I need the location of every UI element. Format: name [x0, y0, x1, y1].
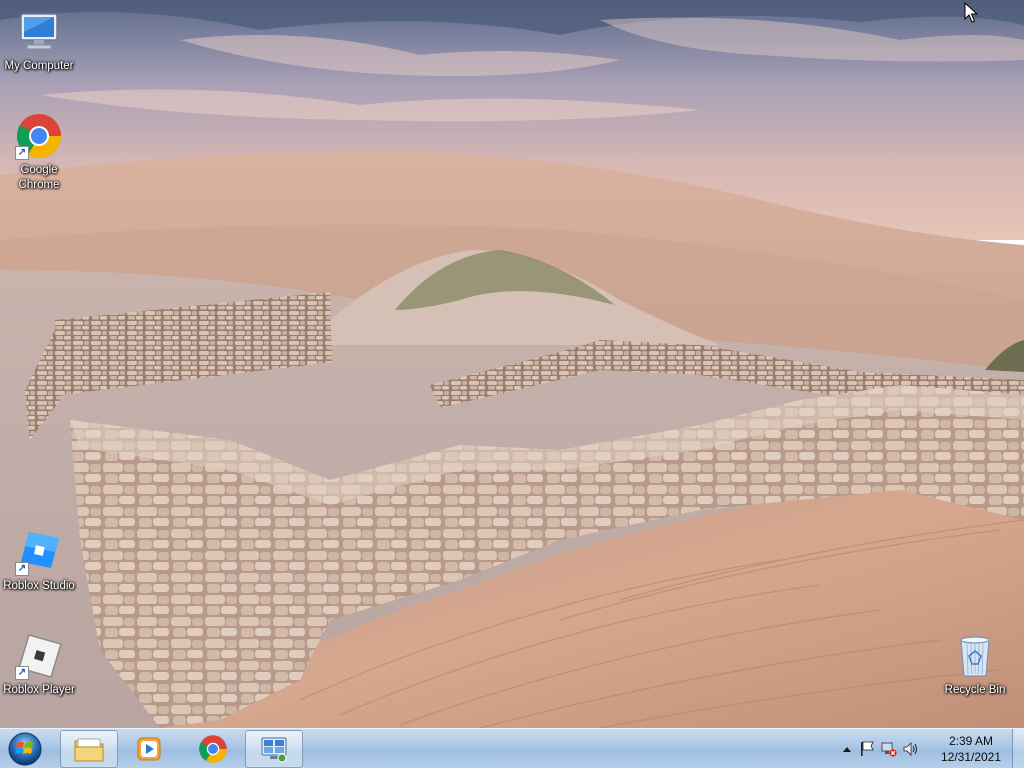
- recycle-bin-icon: [951, 632, 999, 680]
- volume-button[interactable]: [902, 741, 920, 757]
- action-center-button[interactable]: [858, 741, 876, 757]
- shortcut-arrow-icon: ↗: [15, 666, 29, 680]
- taskbar-chrome-button[interactable]: [184, 730, 242, 768]
- desktop-icon-recycle-bin[interactable]: Recycle Bin: [936, 632, 1014, 698]
- taskbar-media-player-button[interactable]: [120, 730, 178, 768]
- start-button[interactable]: [5, 730, 45, 768]
- flag-icon: [861, 741, 874, 756]
- network-button[interactable]: [880, 741, 898, 757]
- speaker-icon: [903, 742, 917, 756]
- show-desktop-button[interactable]: [1012, 729, 1024, 768]
- desktop-icon-label: My Computer: [4, 60, 74, 72]
- taskbar-remote-desktop-button[interactable]: [245, 730, 303, 768]
- shortcut-arrow-icon: ↗: [15, 146, 29, 160]
- desktop-icon-my-computer[interactable]: My Computer: [0, 8, 78, 74]
- desktop-icon-roblox-player[interactable]: ↗ Roblox Player: [0, 632, 78, 698]
- desktop-icon-label: Roblox Player: [3, 684, 75, 696]
- notification-area: 2:39 AM 12/31/2021: [834, 729, 1024, 768]
- chrome-icon: ↗: [15, 112, 63, 160]
- taskbar: 2:39 AM 12/31/2021: [0, 728, 1024, 768]
- chevron-up-icon: [843, 747, 851, 752]
- desktop-icon-label: Roblox Studio: [3, 580, 75, 592]
- clock-date: 12/31/2021: [940, 750, 1002, 764]
- desktop-icon-roblox-studio[interactable]: ↗ Roblox Studio: [0, 528, 78, 594]
- system-clock[interactable]: 2:39 AM 12/31/2021: [936, 733, 1006, 765]
- show-hidden-icons-button[interactable]: [838, 741, 856, 757]
- roblox-player-icon: ↗: [15, 632, 63, 680]
- desktop-icon-label: Recycle Bin: [944, 684, 1006, 696]
- remote-desktop-icon: [261, 737, 287, 763]
- media-player-icon: [137, 737, 161, 761]
- desktop-wallpaper: [0, 0, 1024, 728]
- windows-logo-icon: [8, 732, 42, 766]
- shortcut-arrow-icon: ↗: [15, 562, 29, 576]
- roblox-studio-icon: ↗: [15, 528, 63, 576]
- network-disconnected-icon: [881, 742, 897, 757]
- chrome-icon: [199, 735, 227, 763]
- computer-icon: [15, 8, 63, 56]
- clock-time: 2:39 AM: [948, 734, 994, 748]
- taskbar-explorer-button[interactable]: [60, 730, 118, 768]
- mouse-cursor-icon: [964, 2, 978, 23]
- desktop-icon-google-chrome[interactable]: ↗ Google Chrome: [0, 112, 78, 193]
- desktop-icon-label: Google Chrome: [18, 164, 60, 191]
- folder-icon: [74, 738, 104, 762]
